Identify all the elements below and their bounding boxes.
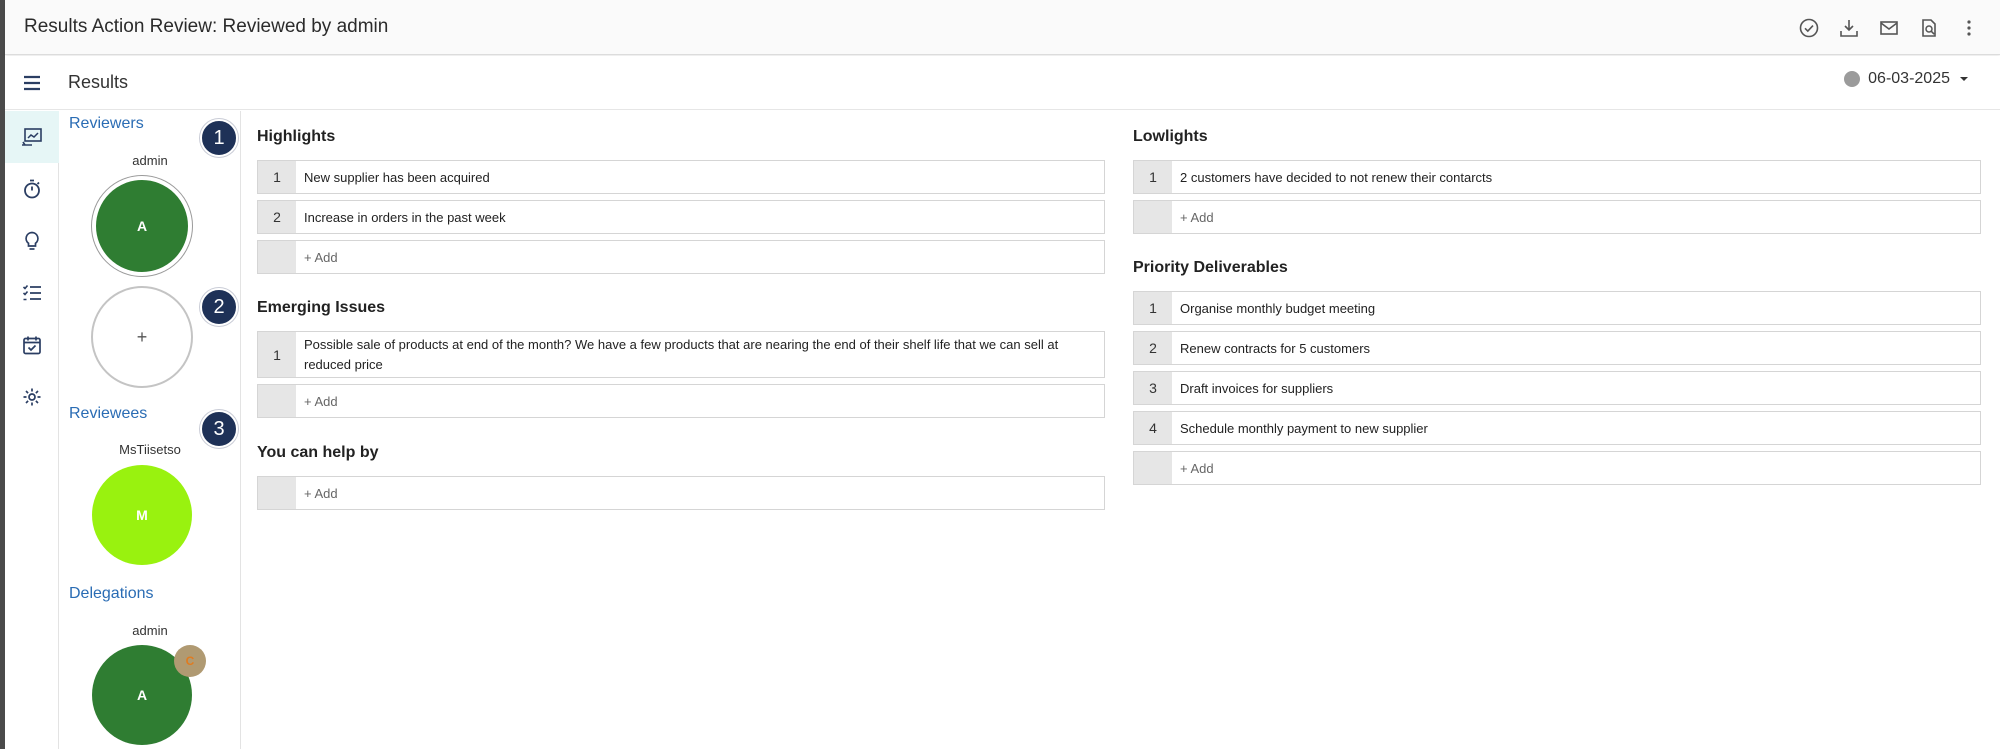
row-number: 1 bbox=[258, 161, 296, 193]
right-content-column: Lowlights 1 2 customers have decided to … bbox=[1133, 128, 1981, 498]
row-text: Renew contracts for 5 customers bbox=[1180, 341, 1371, 356]
left-nav-rail bbox=[5, 111, 59, 749]
mail-icon[interactable] bbox=[1875, 14, 1902, 41]
delegations-title: Delegations bbox=[69, 585, 154, 602]
row-number: 4 bbox=[1134, 412, 1172, 444]
row-number-empty bbox=[1134, 452, 1172, 484]
results-chart-icon[interactable] bbox=[5, 111, 59, 163]
settings-gear-icon[interactable] bbox=[5, 371, 59, 423]
row-number-empty bbox=[258, 477, 296, 509]
reviewee-initial: M bbox=[136, 507, 148, 523]
reviewer-avatar[interactable]: A bbox=[92, 176, 192, 276]
delegation-initial: A bbox=[136, 687, 148, 703]
checklist-icon[interactable] bbox=[5, 267, 59, 319]
add-label: + Add bbox=[304, 486, 338, 501]
row-number-empty bbox=[258, 241, 296, 273]
emerging-issue-row[interactable]: 1 Possible sale of products at end of th… bbox=[257, 331, 1105, 378]
add-lowlight-button[interactable]: + Add bbox=[1133, 200, 1981, 234]
add-highlight-button[interactable]: + Add bbox=[257, 240, 1105, 274]
download-icon[interactable] bbox=[1835, 14, 1862, 41]
add-label: + Add bbox=[304, 250, 338, 265]
add-priority-button[interactable]: + Add bbox=[1133, 451, 1981, 485]
window-title: Results Action Review: Reviewed by admin bbox=[24, 16, 389, 37]
add-label: + Add bbox=[1180, 461, 1214, 476]
add-reviewer-plus: + bbox=[136, 326, 148, 347]
add-help-button[interactable]: + Add bbox=[257, 476, 1105, 510]
lowlight-row[interactable]: 1 2 customers have decided to not renew … bbox=[1133, 160, 1981, 194]
date-status-dot bbox=[1844, 71, 1861, 87]
row-number: 1 bbox=[1134, 292, 1172, 324]
left-content-column: Highlights 1 New supplier has been acqui… bbox=[257, 128, 1105, 528]
step-marker-2: 2 bbox=[200, 288, 238, 326]
row-number: 2 bbox=[258, 201, 296, 233]
calendar-check-icon[interactable] bbox=[5, 319, 59, 371]
row-number: 1 bbox=[1134, 161, 1172, 193]
delegation-name: admin bbox=[132, 623, 168, 638]
stopwatch-icon[interactable] bbox=[5, 163, 59, 215]
row-text: 2 customers have decided to not renew th… bbox=[1180, 170, 1493, 185]
add-label: + Add bbox=[1180, 210, 1214, 225]
reviewees-title: Reviewees bbox=[69, 405, 148, 422]
highlight-row[interactable]: 2 Increase in orders in the past week bbox=[257, 200, 1105, 234]
caret-down-icon bbox=[1960, 77, 1968, 81]
delegation-badge: C bbox=[174, 645, 206, 677]
highlight-row[interactable]: 1 New supplier has been acquired bbox=[257, 160, 1105, 194]
priority-row[interactable]: 2 Renew contracts for 5 customers bbox=[1133, 331, 1981, 365]
reviewee-avatar[interactable]: M bbox=[92, 465, 192, 565]
row-text: Schedule monthly payment to new supplier bbox=[1180, 421, 1428, 436]
title-actions bbox=[1795, 14, 1982, 41]
priority-deliverables-title: Priority Deliverables bbox=[1133, 259, 1288, 276]
highlights-title: Highlights bbox=[257, 128, 336, 145]
add-emerging-issue-button[interactable]: + Add bbox=[257, 384, 1105, 418]
document-search-icon[interactable] bbox=[1915, 14, 1942, 41]
step-marker-1: 1 bbox=[200, 119, 238, 157]
row-text: New supplier has been acquired bbox=[304, 170, 490, 185]
emerging-issues-title: Emerging Issues bbox=[257, 299, 386, 316]
row-text: Draft invoices for suppliers bbox=[1180, 381, 1334, 396]
date-value: 06-03-2025 bbox=[1868, 70, 1950, 87]
priority-row[interactable]: 4 Schedule monthly payment to new suppli… bbox=[1133, 411, 1981, 445]
row-number-empty bbox=[1134, 201, 1172, 233]
check-circle-icon[interactable] bbox=[1795, 14, 1822, 41]
page-title: Results bbox=[68, 72, 129, 92]
row-number: 3 bbox=[1134, 372, 1172, 404]
reviewer-initial: A bbox=[136, 218, 148, 234]
help-title: You can help by bbox=[257, 444, 379, 461]
sub-header: Results 06-03-2025 bbox=[5, 56, 2000, 110]
row-text: Possible sale of products at end of the … bbox=[304, 337, 1059, 372]
row-text: Organise monthly budget meeting bbox=[1180, 301, 1376, 316]
row-number-empty bbox=[258, 385, 296, 417]
lightbulb-icon[interactable] bbox=[5, 215, 59, 267]
delegation-badge-letter: C bbox=[185, 654, 195, 668]
row-number: 1 bbox=[258, 332, 296, 377]
more-vertical-icon[interactable] bbox=[1955, 14, 1982, 41]
priority-row[interactable]: 1 Organise monthly budget meeting bbox=[1133, 291, 1981, 325]
row-text: Increase in orders in the past week bbox=[304, 210, 506, 225]
hamburger-menu-icon[interactable] bbox=[20, 71, 44, 95]
step-marker-3: 3 bbox=[200, 410, 238, 448]
priority-row[interactable]: 3 Draft invoices for suppliers bbox=[1133, 371, 1981, 405]
add-reviewer-button[interactable]: + bbox=[91, 286, 193, 388]
add-label: + Add bbox=[304, 394, 338, 409]
date-selector[interactable]: 06-03-2025 bbox=[1844, 70, 1970, 88]
lowlights-title: Lowlights bbox=[1133, 128, 1208, 145]
row-number: 2 bbox=[1134, 332, 1172, 364]
reviewers-title: Reviewers bbox=[69, 115, 144, 132]
title-bar: Results Action Review: Reviewed by admin bbox=[5, 0, 2000, 55]
